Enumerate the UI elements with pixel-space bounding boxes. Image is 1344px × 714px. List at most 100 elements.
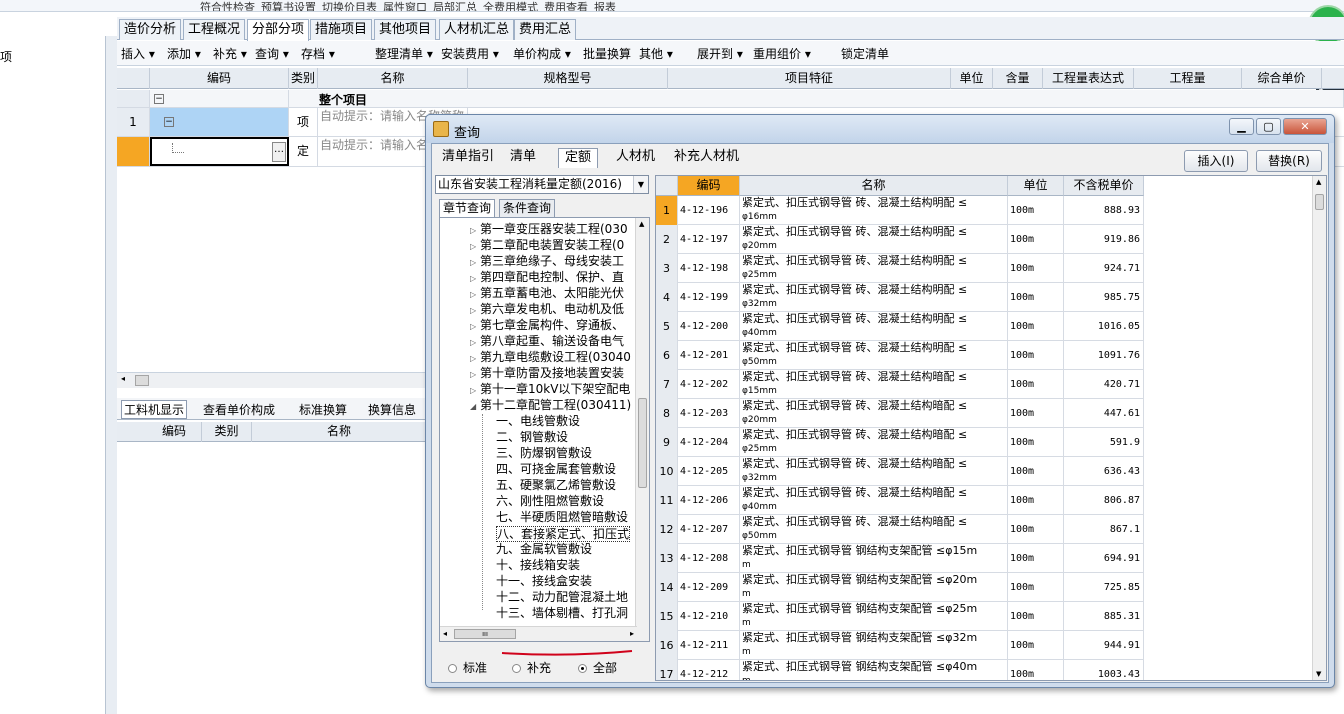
column-header[interactable]: 单位 [951, 68, 993, 89]
tree-node[interactable]: 十一、接线盒安装 [496, 574, 592, 590]
splitter[interactable] [106, 36, 117, 714]
collapsed-triangle-icon[interactable]: ▷ [470, 287, 480, 302]
insert-button[interactable]: 插入(I) [1184, 150, 1248, 172]
code-cell[interactable]: 4-12-198 [678, 254, 740, 283]
column-header[interactable]: 类别 [289, 68, 318, 89]
name-cell[interactable]: 紧定式、扣压式钢导管 砖、混凝土结构明配 ≤ φ25mm [740, 254, 1008, 283]
toolbar-item[interactable]: 重用组价 ▾ [753, 45, 811, 62]
tab-bottom-3[interactable]: 换算信息 [368, 401, 416, 418]
column-header[interactable]: 含量 [993, 68, 1043, 89]
table-row[interactable]: 16 4-12-211 紧定式、扣压式钢导管 钢结构支架配管 ≤φ32m m 100m 9… [656, 631, 1144, 660]
table-row[interactable]: 6 4-12-201 紧定式、扣压式钢导管 砖、混凝土结构明配 ≤ φ50mm 100m… [656, 341, 1144, 370]
column-header[interactable]: 类别 [202, 422, 252, 442]
unit-cell[interactable]: 100m [1008, 370, 1064, 399]
tree-vertical-scrollbar[interactable]: ▲ [635, 218, 649, 641]
scroll-left-icon[interactable]: ◂ [121, 374, 125, 383]
name-cell[interactable]: 紧定式、扣压式钢导管 砖、混凝土结构暗配 ≤ φ15mm [740, 370, 1008, 399]
collapsed-triangle-icon[interactable]: ▷ [470, 271, 480, 286]
tree-node[interactable]: 七、半硬质阻燃管暗敷设 [496, 510, 628, 526]
chevron-down-icon[interactable]: ▼ [633, 176, 648, 193]
price-cell[interactable]: 888.93 [1064, 196, 1144, 225]
table-row[interactable]: 5 4-12-200 紧定式、扣压式钢导管 砖、混凝土结构明配 ≤ φ40mm 100m… [656, 312, 1144, 341]
collapsed-triangle-icon[interactable]: ▷ [470, 351, 480, 366]
price-cell[interactable]: 694.91 [1064, 544, 1144, 573]
toolbar-item[interactable]: 整理清单 ▾ [375, 45, 433, 62]
tab-main-3[interactable]: 措施项目 [310, 19, 373, 40]
topbar-item[interactable]: 费用查看 [544, 2, 588, 11]
price-cell[interactable]: 924.71 [1064, 254, 1144, 283]
name-cell[interactable]: 紧定式、扣压式钢导管 砖、混凝土结构明配 ≤ φ50mm [740, 341, 1008, 370]
column-header[interactable]: 编码 [678, 176, 740, 196]
column-header[interactable]: 单位 [1008, 176, 1064, 196]
tab-main-2[interactable]: 分部分项 [247, 19, 310, 41]
name-cell[interactable]: 紧定式、扣压式钢导管 砖、混凝土结构暗配 ≤ φ40mm [740, 486, 1008, 515]
code-cell[interactable]: 4-12-208 [678, 544, 740, 573]
unit-cell[interactable]: 100m [1008, 225, 1064, 254]
code-cell[interactable]: 4-12-199 [678, 283, 740, 312]
tab-main-6[interactable]: 费用汇总 [514, 19, 577, 40]
minimize-button[interactable]: ▁ [1229, 118, 1254, 135]
tab-bottom-1[interactable]: 查看单价构成 [203, 401, 275, 418]
table-row[interactable]: 7 4-12-202 紧定式、扣压式钢导管 砖、混凝土结构暗配 ≤ φ15mm 100m… [656, 370, 1144, 399]
table-row[interactable]: 1 4-12-196 紧定式、扣压式钢导管 砖、混凝土结构明配 ≤ φ16mm 100m… [656, 196, 1144, 225]
name-cell[interactable]: 紧定式、扣压式钢导管 钢结构支架配管 ≤φ32m m [740, 631, 1008, 660]
code-input[interactable]: … [150, 137, 289, 166]
tree-node[interactable]: 四、可挠金属套管敷设 [496, 462, 616, 478]
name-cell[interactable]: 紧定式、扣压式钢导管 砖、混凝土结构暗配 ≤ φ20mm [740, 399, 1008, 428]
radio-option[interactable]: 补充 [512, 659, 551, 676]
name-cell[interactable]: 紧定式、扣压式钢导管 砖、混凝土结构暗配 ≤ φ25mm [740, 428, 1008, 457]
code-cell[interactable]: 4-12-202 [678, 370, 740, 399]
ellipsis-button[interactable]: … [272, 142, 286, 162]
name-cell[interactable]: 紧定式、扣压式钢导管 砖、混凝土结构明配 ≤ φ16mm [740, 196, 1008, 225]
topbar-item[interactable]: 属性窗口 [383, 2, 427, 11]
column-header[interactable]: 规格型号 [468, 68, 668, 89]
code-cell[interactable]: 4-12-200 [678, 312, 740, 341]
tree-node[interactable]: 十二、动力配管混凝土地 [496, 590, 628, 606]
radio-icon[interactable] [448, 664, 457, 673]
radio-icon[interactable] [578, 664, 587, 673]
table-row[interactable]: 2 4-12-197 紧定式、扣压式钢导管 砖、混凝土结构明配 ≤ φ20mm 100m… [656, 225, 1144, 254]
code-cell[interactable]: 4-12-207 [678, 515, 740, 544]
collapsed-triangle-icon[interactable]: ▷ [470, 303, 480, 318]
toolbar-item[interactable]: 添加 ▾ [167, 45, 201, 62]
radio-option[interactable]: 标准 [448, 659, 487, 676]
unit-cell[interactable]: 100m [1008, 573, 1064, 602]
tree-node[interactable]: 八、套接紧定式、扣压式 [496, 526, 631, 542]
tab-bottom-2[interactable]: 标准换算 [299, 401, 347, 418]
toolbar-item[interactable]: 查询 ▾ [255, 45, 289, 62]
unit-cell[interactable]: 100m [1008, 660, 1064, 680]
column-header[interactable]: 名称 [252, 422, 427, 442]
horizontal-scrollbar[interactable]: ◂ [117, 372, 427, 388]
tab-dialog-2[interactable]: 定额 [558, 148, 599, 168]
code-cell[interactable]: 4-12-197 [678, 225, 740, 254]
price-cell[interactable]: 725.85 [1064, 573, 1144, 602]
code-cell[interactable]: 4-12-211 [678, 631, 740, 660]
code-cell[interactable]: 4-12-204 [678, 428, 740, 457]
price-cell[interactable]: 867.1 [1064, 515, 1144, 544]
tree-horizontal-scrollbar[interactable]: ◂ ııı ▸ [440, 626, 637, 641]
toolbar-item[interactable]: 批量换算 [583, 45, 631, 62]
code-cell[interactable]: 4-12-209 [678, 573, 740, 602]
tree-node[interactable]: ▷ 第九章电缆敷设工程(03040 [470, 350, 631, 366]
unit-cell[interactable]: 100m [1008, 515, 1064, 544]
table-row[interactable]: 8 4-12-203 紧定式、扣压式钢导管 砖、混凝土结构暗配 ≤ φ20mm 100m… [656, 399, 1144, 428]
column-header[interactable]: 工程量 [1134, 68, 1242, 89]
toolbar-item[interactable]: 插入 ▾ [121, 45, 155, 62]
unit-cell[interactable]: 100m [1008, 341, 1064, 370]
code-cell[interactable]: 4-12-196 [678, 196, 740, 225]
name-cell[interactable]: 紧定式、扣压式钢导管 砖、混凝土结构明配 ≤ φ40mm [740, 312, 1008, 341]
price-cell[interactable]: 885.31 [1064, 602, 1144, 631]
column-header[interactable]: 名称 [318, 68, 468, 89]
column-header[interactable]: 项目特征 [668, 68, 951, 89]
tab-dialog-0[interactable]: 清单指引 [436, 148, 500, 168]
collapsed-triangle-icon[interactable]: ▷ [470, 319, 480, 334]
table-row[interactable]: 4 4-12-199 紧定式、扣压式钢导管 砖、混凝土结构明配 ≤ φ32mm 100m… [656, 283, 1144, 312]
toolbar-item[interactable]: 单价构成 ▾ [513, 45, 571, 62]
name-cell[interactable]: 紧定式、扣压式钢导管 砖、混凝土结构暗配 ≤ φ32mm [740, 457, 1008, 486]
code-cell[interactable]: 4-12-210 [678, 602, 740, 631]
tree-node[interactable]: 二、钢管敷设 [496, 430, 568, 446]
price-cell[interactable]: 1003.43 [1064, 660, 1144, 680]
name-cell[interactable]: 紧定式、扣压式钢导管 砖、混凝土结构暗配 ≤ φ50mm [740, 515, 1008, 544]
tree-node[interactable]: 三、防爆钢管敷设 [496, 446, 592, 462]
tab-dialog-1[interactable]: 清单 [504, 148, 542, 168]
